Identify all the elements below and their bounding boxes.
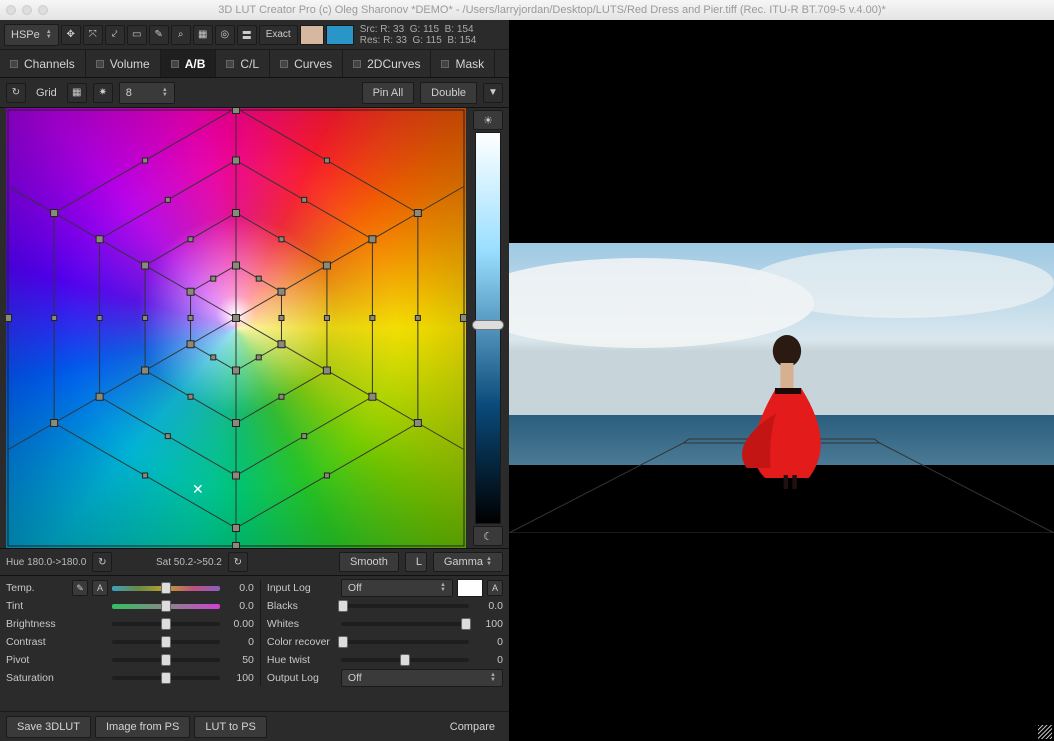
color-wheel-area: ✕ ☀ ☾	[0, 108, 509, 548]
resize-handle-icon[interactable]	[1038, 725, 1052, 739]
zoom-tool-icon[interactable]: ⌕	[171, 25, 191, 45]
pivot-slider[interactable]	[112, 658, 220, 662]
stepper-icon: ▲▼	[486, 557, 492, 567]
reset-grid-button[interactable]: ↻	[6, 83, 26, 103]
brightness-slider[interactable]	[112, 622, 220, 626]
adjustment-sliders: Temp. ✎ A 0.0 Tint0.0 Brightness0.00 Con…	[0, 576, 509, 690]
color-readout: Src: R: 33 G: 115 B: 154 Res: R: 33 G: 1…	[360, 24, 477, 46]
luminance-slider[interactable]	[475, 132, 501, 524]
stepper-icon: ▲▼	[490, 673, 496, 683]
marquee-tool-icon[interactable]: ▭	[127, 25, 147, 45]
gamma-select[interactable]: Gamma ▲▼	[433, 552, 503, 572]
color-model-select[interactable]: HSPe ▲▼	[4, 24, 59, 46]
hue-readout: Hue 180.0->180.0	[6, 557, 86, 568]
preview-panel	[509, 20, 1054, 741]
left-panel: HSPe ▲▼ ✥ ⤧ ⤦ ▭ ✎ ⌕ ▦ ◎ 〓 Exact Src: R: …	[0, 20, 509, 741]
contrast-slider[interactable]	[112, 640, 220, 644]
hue-sat-row: Hue 180.0->180.0 ↻ Sat 50.2->50.2 ↻ Smoo…	[0, 548, 509, 576]
move-tool-icon[interactable]: ✥	[61, 25, 81, 45]
compare-button[interactable]: Compare	[442, 721, 503, 733]
smooth-button[interactable]: Smooth	[339, 552, 399, 572]
image-from-ps-button[interactable]: Image from PS	[95, 716, 190, 738]
dropdown-button[interactable]: ▼	[483, 83, 503, 103]
sat-readout: Sat 50.2->50.2	[156, 557, 222, 568]
expand-tool-icon[interactable]: ⤧	[83, 25, 103, 45]
temp-slider[interactable]	[112, 586, 220, 591]
tint-slider[interactable]	[112, 604, 220, 609]
color-model-label: HSPe	[11, 29, 40, 41]
output-log-select[interactable]: Off▲▼	[341, 669, 503, 687]
grid-mode-a-icon[interactable]: ▦	[67, 83, 87, 103]
stepper-icon: ▲▼	[46, 30, 52, 40]
tab-indicator-icon	[10, 60, 18, 68]
top-toolbar: HSPe ▲▼ ✥ ⤧ ⤦ ▭ ✎ ⌕ ▦ ◎ 〓 Exact Src: R: …	[0, 20, 509, 50]
editor-tabs: Channels Volume A/B C/L Curves 2DCurves …	[0, 50, 509, 78]
grid-control-row: ↻ Grid ▦ ✷ 8 ▲▼ Pin All Double ▼	[0, 78, 509, 108]
double-button[interactable]: Double	[420, 82, 477, 104]
window-title: 3D LUT Creator Pro (c) Oleg Sharonov *DE…	[56, 4, 1048, 16]
color-recover-slider[interactable]	[341, 640, 469, 644]
traffic-lights	[6, 5, 48, 15]
stepper-icon: ▲▼	[162, 88, 168, 98]
color-grid-svg: ✕	[6, 108, 466, 548]
lut-to-ps-button[interactable]: LUT to PS	[194, 716, 267, 738]
minimize-window-icon[interactable]	[22, 5, 32, 15]
reset-sat-button[interactable]: ↻	[228, 552, 248, 572]
temp-row: Temp. ✎ A 0.0	[6, 580, 254, 596]
target-tool-icon[interactable]: ◎	[215, 25, 235, 45]
zoom-window-icon[interactable]	[38, 5, 48, 15]
exact-button[interactable]: Exact	[259, 25, 298, 45]
tab-cl[interactable]: C/L	[216, 50, 270, 77]
saturation-slider[interactable]	[112, 676, 220, 680]
tab-indicator-icon	[171, 60, 179, 68]
svg-text:✕: ✕	[192, 481, 204, 497]
tab-channels[interactable]: Channels	[0, 50, 86, 77]
result-color-swatch[interactable]	[326, 25, 354, 45]
close-window-icon[interactable]	[6, 5, 16, 15]
preview-image	[509, 243, 1054, 533]
tab-indicator-icon	[280, 60, 288, 68]
tab-indicator-icon	[353, 60, 361, 68]
temp-auto-button[interactable]: A	[92, 580, 108, 596]
luminance-slider-panel: ☀ ☾	[470, 108, 506, 548]
grid-tool-icon[interactable]: ▦	[193, 25, 213, 45]
highlights-icon[interactable]: ☀	[473, 110, 503, 130]
shadows-icon[interactable]: ☾	[473, 526, 503, 546]
grid-size-stepper[interactable]: 8 ▲▼	[119, 82, 175, 104]
whites-slider[interactable]	[341, 622, 469, 626]
tab-indicator-icon	[226, 60, 234, 68]
collapse-tool-icon[interactable]: ⤦	[105, 25, 125, 45]
reset-hue-button[interactable]: ↻	[92, 552, 112, 572]
tab-mask[interactable]: Mask	[431, 50, 495, 77]
stepper-icon: ▲▼	[440, 583, 446, 593]
tab-indicator-icon	[96, 60, 104, 68]
l-button[interactable]: L	[405, 552, 427, 572]
window-titlebar: 3D LUT Creator Pro (c) Oleg Sharonov *DE…	[0, 0, 1054, 20]
tab-2dcurves[interactable]: 2DCurves	[343, 50, 431, 77]
tab-curves[interactable]: Curves	[270, 50, 343, 77]
pin-all-button[interactable]: Pin All	[362, 82, 415, 104]
input-white-swatch[interactable]	[457, 579, 483, 597]
temp-eyedropper-icon[interactable]: ✎	[72, 580, 88, 596]
tab-indicator-icon	[441, 60, 449, 68]
eyedropper-tool-icon[interactable]: ✎	[149, 25, 169, 45]
source-color-swatch[interactable]	[300, 25, 324, 45]
scope-tool-icon[interactable]: 〓	[237, 25, 257, 45]
input-log-select[interactable]: Off▲▼	[341, 579, 453, 597]
save-3dlut-button[interactable]: Save 3DLUT	[6, 716, 91, 738]
tab-volume[interactable]: Volume	[86, 50, 161, 77]
ab-color-wheel[interactable]: ✕	[6, 108, 466, 548]
hue-twist-slider[interactable]	[341, 658, 469, 662]
grid-mode-b-icon[interactable]: ✷	[93, 83, 113, 103]
luminance-thumb[interactable]	[472, 320, 504, 330]
grid-label: Grid	[36, 87, 57, 99]
blacks-slider[interactable]	[341, 604, 469, 608]
tab-ab[interactable]: A/B	[161, 50, 217, 77]
input-log-auto-button[interactable]: A	[487, 580, 503, 596]
bottom-bar: Save 3DLUT Image from PS LUT to PS Compa…	[0, 711, 509, 741]
